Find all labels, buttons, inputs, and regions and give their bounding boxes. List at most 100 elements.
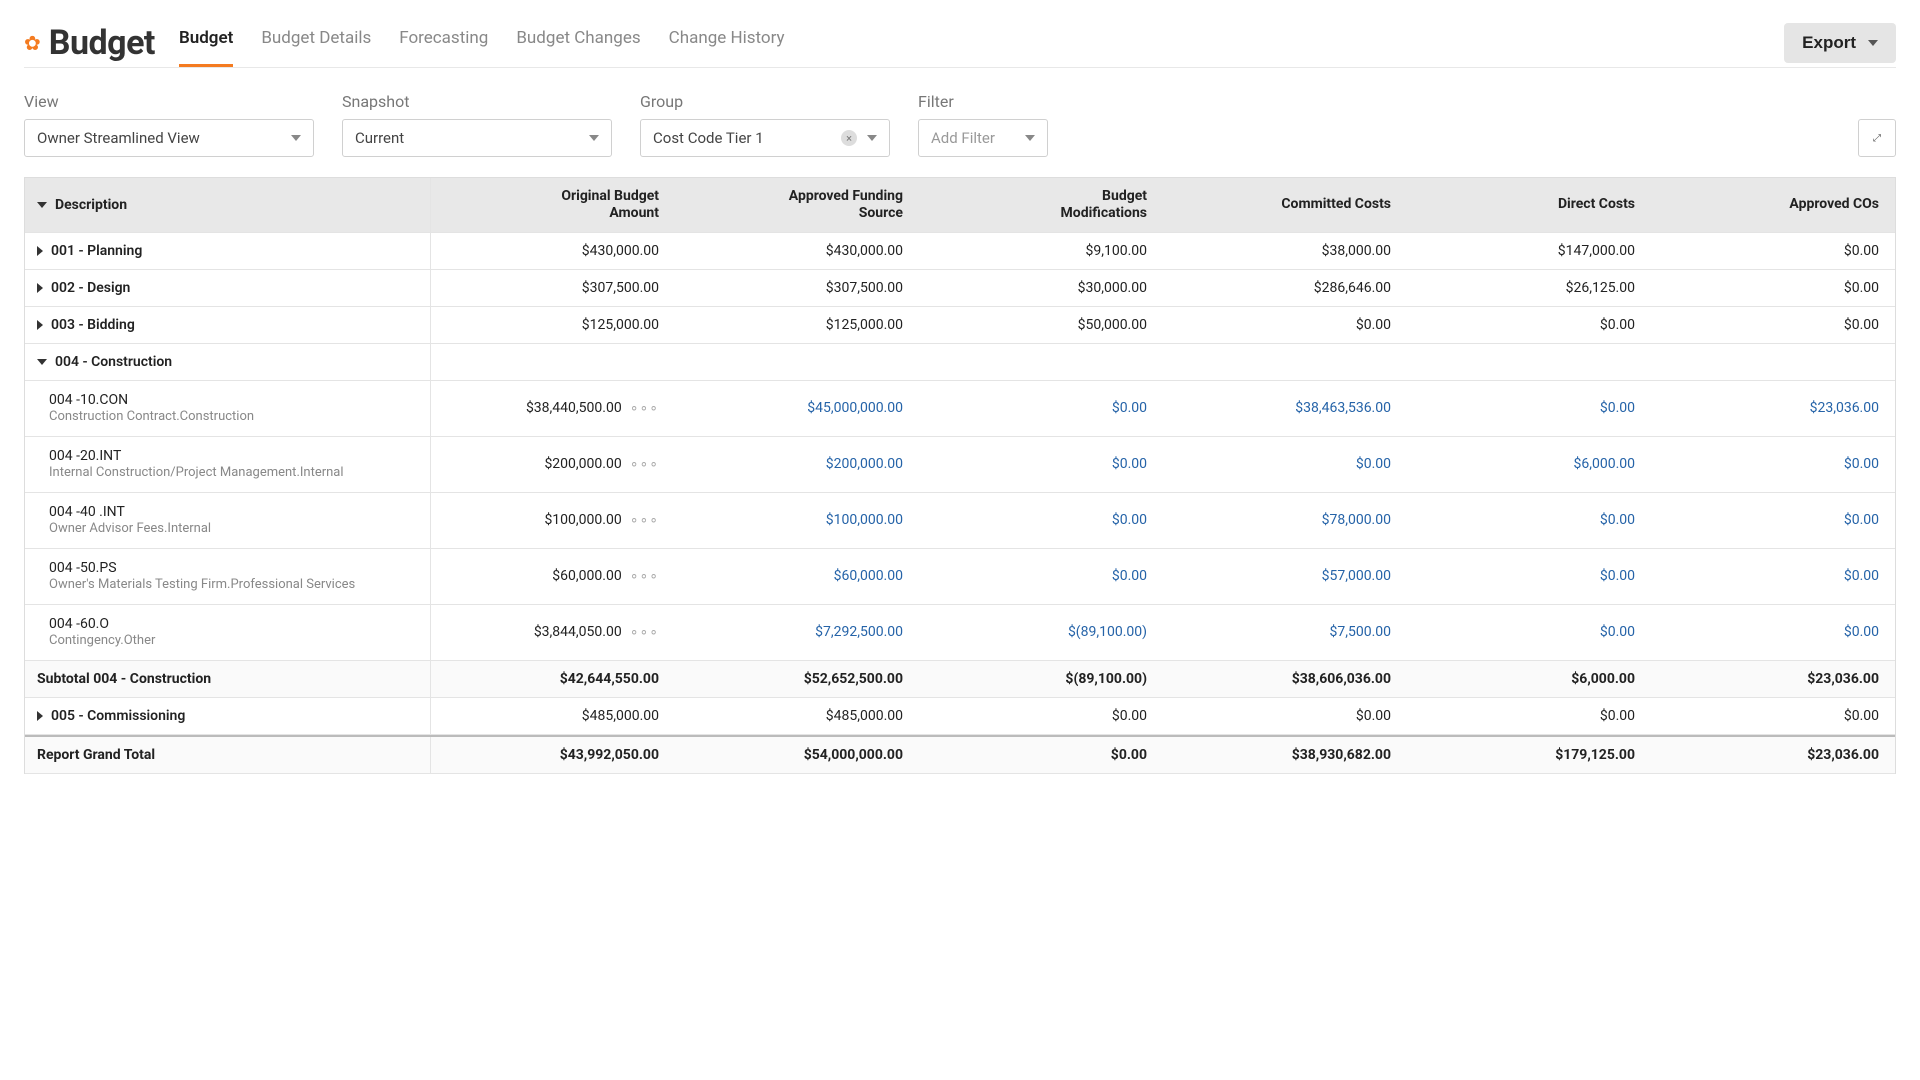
column-header[interactable]: Direct Costs	[1407, 178, 1651, 232]
cell: $38,930,682.00	[1163, 737, 1407, 773]
group-row[interactable]: 002 - Design	[25, 270, 431, 306]
tab-budget-changes[interactable]: Budget Changes	[516, 18, 640, 67]
tab-change-history[interactable]: Change History	[669, 18, 785, 67]
chevron-down-icon	[1868, 40, 1878, 46]
cell: $9,100.00	[919, 233, 1163, 269]
cell: $(89,100.00)	[919, 661, 1163, 697]
column-header[interactable]: Approved COs	[1651, 178, 1895, 232]
cell: $38,440,500.00∘∘∘	[431, 381, 675, 436]
cell: $0.00	[919, 698, 1163, 734]
cell[interactable]: $0.00	[1651, 493, 1895, 548]
cell: $38,000.00	[1163, 233, 1407, 269]
cell[interactable]: $0.00	[1407, 493, 1651, 548]
cell: $485,000.00	[431, 698, 675, 734]
cell: $307,500.00	[675, 270, 919, 306]
column-header[interactable]: Approved Funding Source	[675, 178, 919, 232]
fullscreen-button[interactable]: ⤢	[1858, 119, 1896, 157]
group-row[interactable]: 003 - Bidding	[25, 307, 431, 343]
clear-group-icon[interactable]: ×	[841, 130, 857, 146]
cell[interactable]: $0.00	[1407, 549, 1651, 604]
group-row[interactable]: 005 - Commissioning	[25, 698, 431, 734]
cell[interactable]: $7,292,500.00	[675, 605, 919, 660]
view-label: View	[24, 92, 314, 111]
table-row[interactable]: 004 -40 .INTOwner Advisor Fees.Internal	[25, 493, 431, 548]
group-row[interactable]: 001 - Planning	[25, 233, 431, 269]
cell: $6,000.00	[1407, 661, 1651, 697]
cell: $52,652,500.00	[675, 661, 919, 697]
cell: $60,000.00∘∘∘	[431, 549, 675, 604]
group-select[interactable]: Cost Code Tier 1 ×	[640, 119, 890, 157]
cell: $23,036.00	[1651, 737, 1895, 773]
column-header[interactable]: Budget Modifications	[919, 178, 1163, 232]
cell: $0.00	[1163, 307, 1407, 343]
cell[interactable]: $38,463,536.00	[1163, 381, 1407, 436]
cell[interactable]: $23,036.00	[1651, 381, 1895, 436]
cell[interactable]: $200,000.00	[675, 437, 919, 492]
subtotal-row: Subtotal 004 - Construction	[25, 661, 431, 697]
cell[interactable]: $0.00	[1651, 437, 1895, 492]
cell: $430,000.00	[431, 233, 675, 269]
column-header[interactable]: Original Budget Amount	[431, 178, 675, 232]
cell[interactable]: $0.00	[1651, 549, 1895, 604]
cell: $0.00	[919, 737, 1163, 773]
view-select[interactable]: Owner Streamlined View	[24, 119, 314, 157]
cell[interactable]: $0.00	[1163, 437, 1407, 492]
tab-budget[interactable]: Budget	[179, 18, 233, 67]
cell: $430,000.00	[675, 233, 919, 269]
cell[interactable]: $60,000.00	[675, 549, 919, 604]
snapshot-control: Snapshot Current	[342, 92, 612, 157]
more-icon[interactable]: ∘∘∘	[630, 568, 659, 584]
filter-control: Filter Add Filter	[918, 92, 1048, 157]
expand-icon: ⤢	[1873, 133, 1881, 144]
cell[interactable]: $57,000.00	[1163, 549, 1407, 604]
cell: $0.00	[1407, 307, 1651, 343]
cell: $42,644,550.00	[431, 661, 675, 697]
cell: $0.00	[1163, 698, 1407, 734]
more-icon[interactable]: ∘∘∘	[630, 456, 659, 472]
cell[interactable]: $0.00	[1651, 605, 1895, 660]
chevron-down-icon[interactable]	[37, 202, 47, 208]
cell: $0.00	[1651, 270, 1895, 306]
cell: $125,000.00	[675, 307, 919, 343]
chevron-right-icon[interactable]	[37, 711, 43, 721]
cell[interactable]: $(89,100.00)	[919, 605, 1163, 660]
table-row[interactable]: 004 -60.OContingency.Other	[25, 605, 431, 660]
cell: $50,000.00	[919, 307, 1163, 343]
table-row[interactable]: 004 -10.CONConstruction Contract.Constru…	[25, 381, 431, 436]
cell: $125,000.00	[431, 307, 675, 343]
more-icon[interactable]: ∘∘∘	[630, 400, 659, 416]
cell[interactable]: $78,000.00	[1163, 493, 1407, 548]
cell[interactable]: $0.00	[919, 381, 1163, 436]
cell: $0.00	[1651, 307, 1895, 343]
tab-budget-details[interactable]: Budget Details	[261, 18, 371, 67]
cell: $54,000,000.00	[675, 737, 919, 773]
cell[interactable]: $0.00	[919, 437, 1163, 492]
column-header[interactable]: Committed Costs	[1163, 178, 1407, 232]
column-header-description[interactable]: Description	[25, 178, 431, 232]
more-icon[interactable]: ∘∘∘	[630, 624, 659, 640]
chevron-down-icon[interactable]	[37, 359, 47, 365]
chevron-right-icon[interactable]	[37, 283, 43, 293]
chevron-right-icon[interactable]	[37, 320, 43, 330]
table-row[interactable]: 004 -50.PSOwner's Materials Testing Firm…	[25, 549, 431, 604]
cell: $43,992,050.00	[431, 737, 675, 773]
chevron-right-icon[interactable]	[37, 246, 43, 256]
cell[interactable]: $6,000.00	[1407, 437, 1651, 492]
cell[interactable]: $7,500.00	[1163, 605, 1407, 660]
tab-forecasting[interactable]: Forecasting	[399, 18, 488, 67]
more-icon[interactable]: ∘∘∘	[630, 512, 659, 528]
cell[interactable]: $0.00	[919, 549, 1163, 604]
cell[interactable]: $0.00	[919, 493, 1163, 548]
export-button[interactable]: Export	[1784, 23, 1896, 63]
gear-icon[interactable]: ✿	[24, 31, 41, 55]
cell[interactable]: $0.00	[1407, 381, 1651, 436]
snapshot-select[interactable]: Current	[342, 119, 612, 157]
chevron-down-icon	[867, 135, 877, 141]
cell[interactable]: $100,000.00	[675, 493, 919, 548]
cell[interactable]: $0.00	[1407, 605, 1651, 660]
filter-select[interactable]: Add Filter	[918, 119, 1048, 157]
group-row[interactable]: 004 - Construction	[25, 344, 431, 380]
view-value: Owner Streamlined View	[37, 129, 200, 147]
table-row[interactable]: 004 -20.INTInternal Construction/Project…	[25, 437, 431, 492]
cell[interactable]: $45,000,000.00	[675, 381, 919, 436]
